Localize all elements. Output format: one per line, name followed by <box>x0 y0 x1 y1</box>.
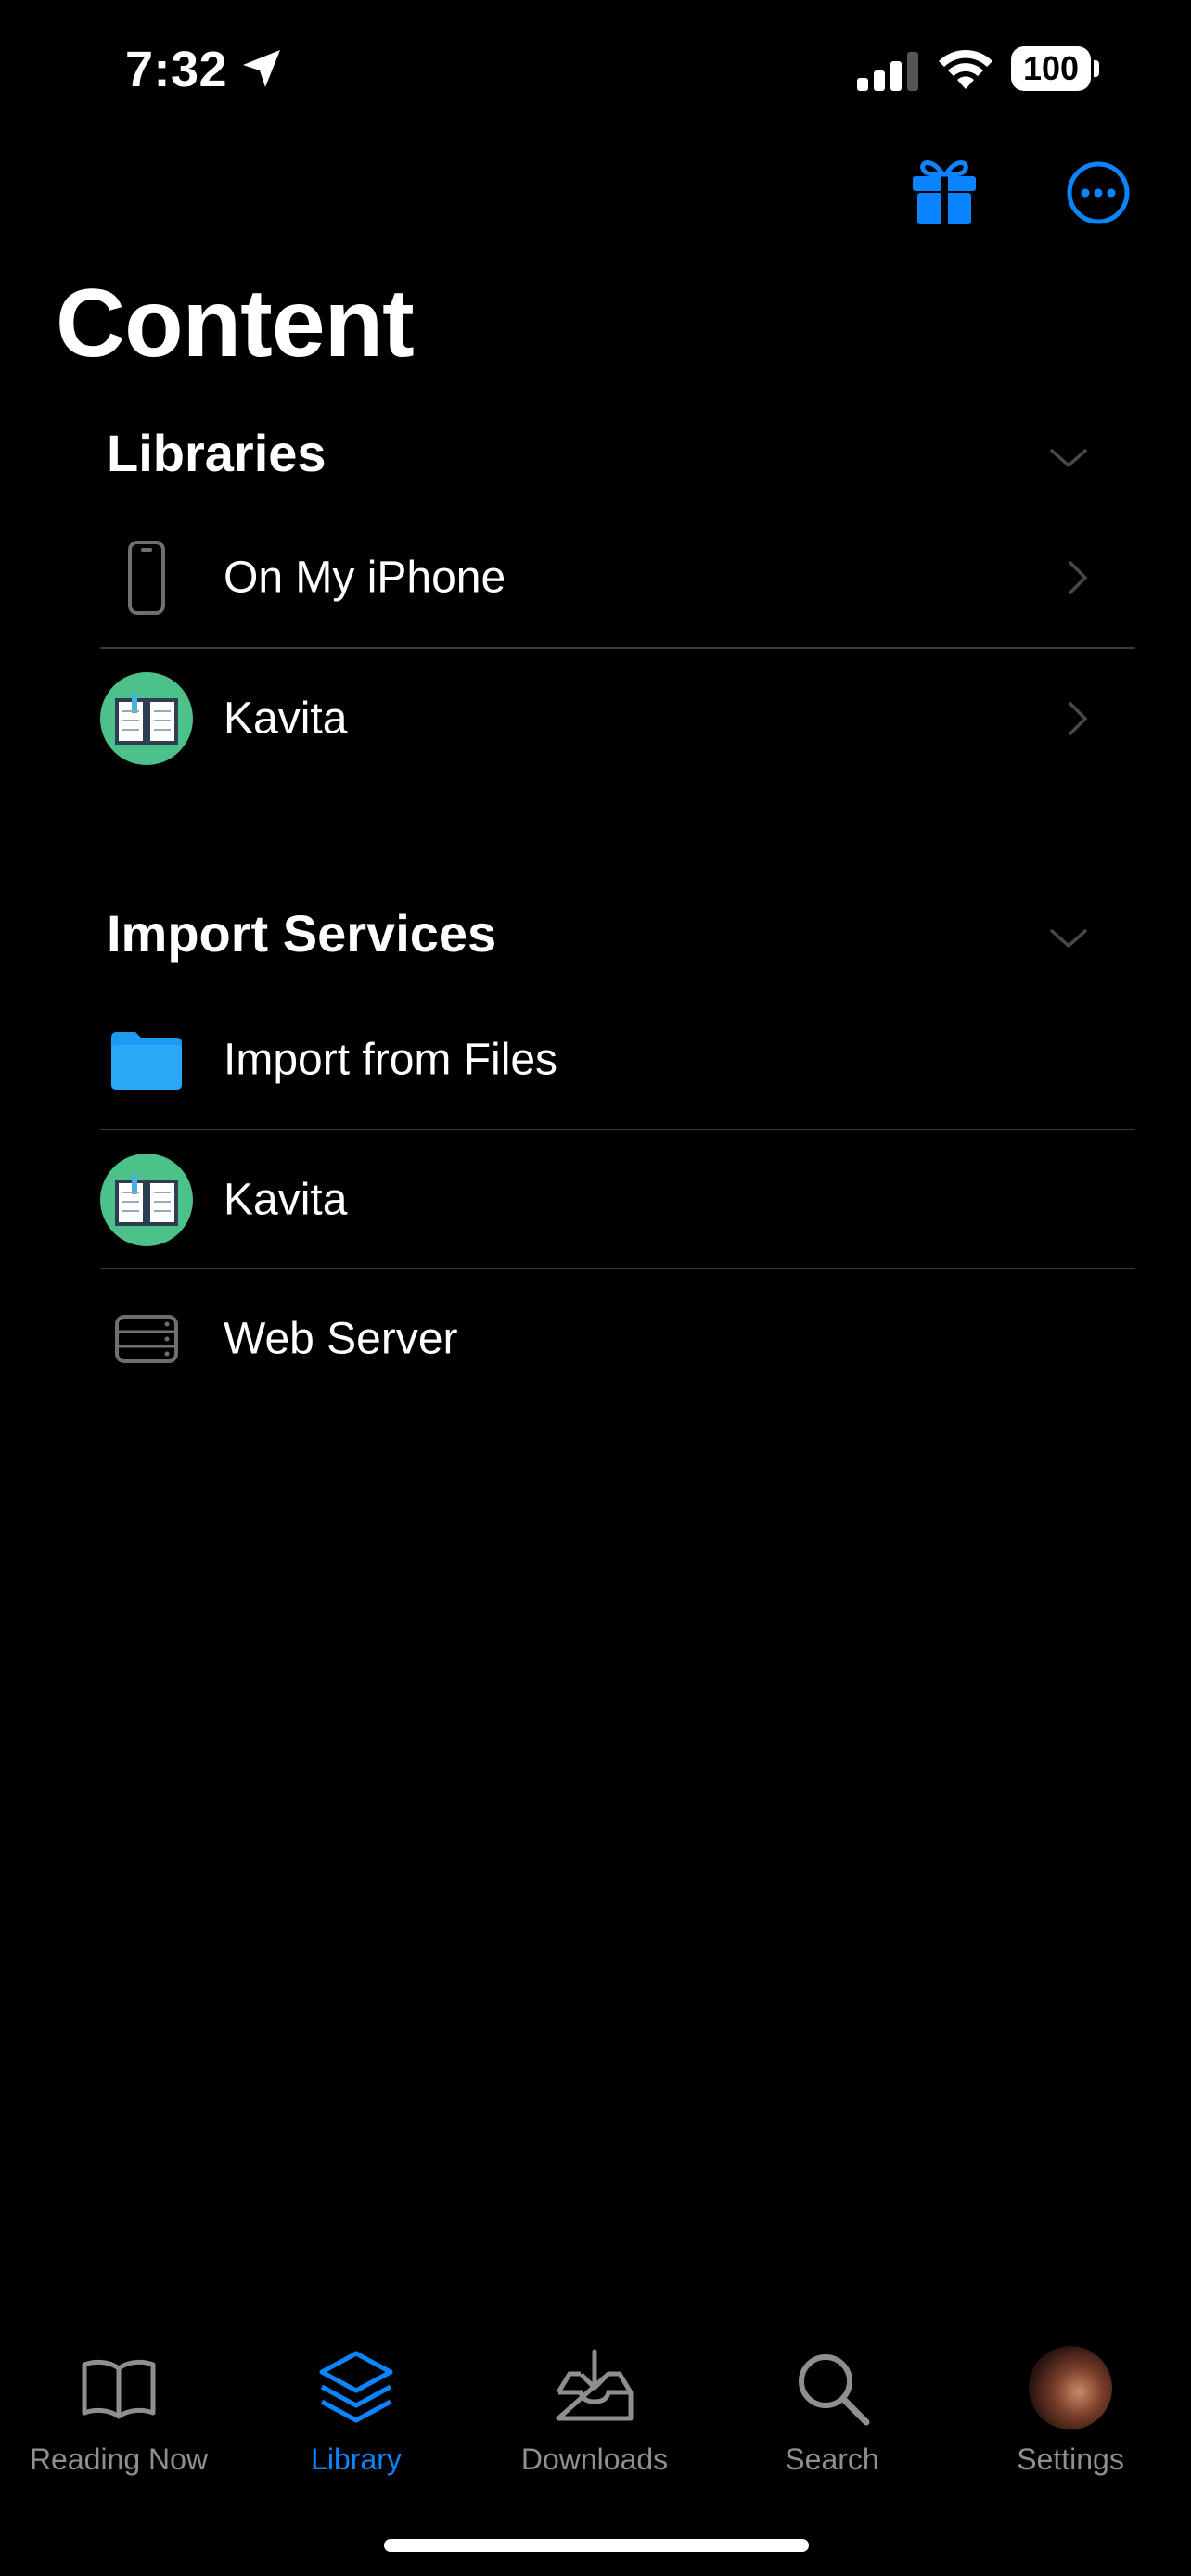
library-row-kavita[interactable]: Kavita <box>100 649 1135 788</box>
import-row-label: Web Server <box>224 1314 458 1364</box>
location-arrow-icon <box>243 50 280 87</box>
home-indicator[interactable] <box>384 2539 809 2552</box>
kavita-book-icon <box>100 672 193 765</box>
battery-level: 100 <box>1011 46 1091 91</box>
search-icon <box>799 2354 870 2426</box>
tab-label: Search <box>785 2442 879 2476</box>
tab-search[interactable]: Search <box>721 2346 943 2485</box>
tab-label: Library <box>311 2442 402 2476</box>
library-row-label: Kavita <box>224 694 348 744</box>
avatar <box>1029 2346 1112 2429</box>
libraries-section-title: Libraries <box>107 424 327 482</box>
book-icon <box>82 2359 156 2419</box>
page-title: Content <box>56 270 415 377</box>
import-row-label: Import from Files <box>224 1035 558 1085</box>
tab-downloads[interactable]: Downloads <box>483 2346 706 2485</box>
import-services-section-title: Import Services <box>107 904 497 963</box>
import-row-label: Kavita <box>224 1175 348 1225</box>
battery-indicator: 100 <box>1011 46 1102 93</box>
iphone-icon <box>128 541 165 615</box>
stack-icon <box>319 2351 393 2423</box>
folder-icon <box>111 1032 182 1090</box>
tab-label: Settings <box>1017 2442 1124 2476</box>
tab-library[interactable]: Library <box>245 2346 467 2485</box>
tab-reading-now[interactable]: Reading Now <box>7 2346 230 2485</box>
chevron-down-icon[interactable] <box>1048 443 1089 471</box>
library-row-on-my-iphone[interactable]: On My iPhone <box>100 508 1135 647</box>
wifi-icon <box>939 49 992 89</box>
chevron-right-icon <box>1069 561 1088 594</box>
chevron-right-icon <box>1069 702 1088 735</box>
download-tray-icon <box>556 2349 634 2421</box>
library-row-label: On My iPhone <box>224 553 506 603</box>
status-time: 7:32 <box>125 42 228 97</box>
chevron-down-icon[interactable] <box>1048 924 1089 951</box>
tab-label: Reading Now <box>29 2442 209 2476</box>
import-row-kavita[interactable]: Kavita <box>100 1130 1135 1269</box>
import-row-files[interactable]: Import from Files <box>100 990 1135 1129</box>
server-icon <box>115 1315 178 1363</box>
cellular-signal-icon <box>857 52 918 91</box>
kavita-book-icon <box>100 1154 193 1246</box>
import-row-web-server[interactable]: Web Server <box>100 1269 1135 1409</box>
tab-settings[interactable]: Settings <box>959 2346 1182 2485</box>
gift-icon[interactable] <box>909 156 980 226</box>
tab-label: Downloads <box>520 2442 669 2476</box>
more-options-icon[interactable] <box>1065 159 1132 226</box>
